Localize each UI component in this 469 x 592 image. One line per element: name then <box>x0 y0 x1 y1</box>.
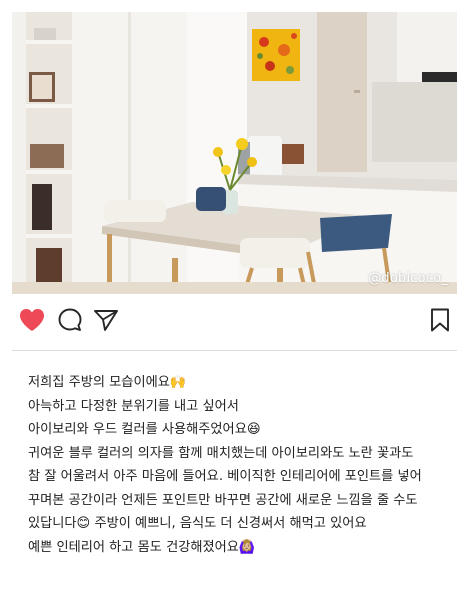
caption-line: 예쁜 인테리어 하고 몸도 건강해졌어요🙆🏼‍♀️ <box>28 539 256 555</box>
divider <box>12 350 457 351</box>
comment-button[interactable] <box>56 306 84 334</box>
comment-bubble-icon <box>58 308 82 331</box>
caption-line: 꾸며본 공간이라 언제든 포인트만 바꾸면 공간에 새로운 느낌을 줄 수도 <box>28 492 418 508</box>
photo-watermark: @dobicoco_ <box>368 271 448 286</box>
heart-filled-icon <box>20 309 44 331</box>
caption-line: 참 잘 어울려서 아주 마음에 들어요. 베이직한 인테리어에 포인트를 넣어 <box>28 469 422 484</box>
share-button[interactable] <box>92 306 120 334</box>
caption-line: 저희집 주방의 모습이에요🙌 <box>28 375 187 390</box>
kitchen-photo <box>12 12 457 294</box>
caption-line: 있답니다😊 주방이 예쁘니, 음식도 더 신경써서 해먹고 있어요 <box>28 516 367 531</box>
caption-line: 아늑하고 다정한 분위기를 내고 싶어서 <box>28 398 239 414</box>
post-caption: 저희집 주방의 모습이에요🙌 아늑하고 다정한 분위기를 내고 싶어서 아이보리… <box>28 371 453 559</box>
post-action-bar <box>12 300 457 340</box>
caption-line: 귀여운 블루 컬러의 의자를 함께 매치했는데 아이보리와도 노란 꽃과도 <box>28 445 414 461</box>
like-button[interactable] <box>18 306 46 334</box>
paper-plane-icon <box>94 310 118 331</box>
bookmark-icon <box>431 308 449 332</box>
caption-line: 아이보리와 우드 컬러를 사용해주었어요😆 <box>28 422 261 437</box>
post-photo[interactable]: @dobicoco_ <box>12 12 457 294</box>
save-button[interactable] <box>426 306 454 334</box>
